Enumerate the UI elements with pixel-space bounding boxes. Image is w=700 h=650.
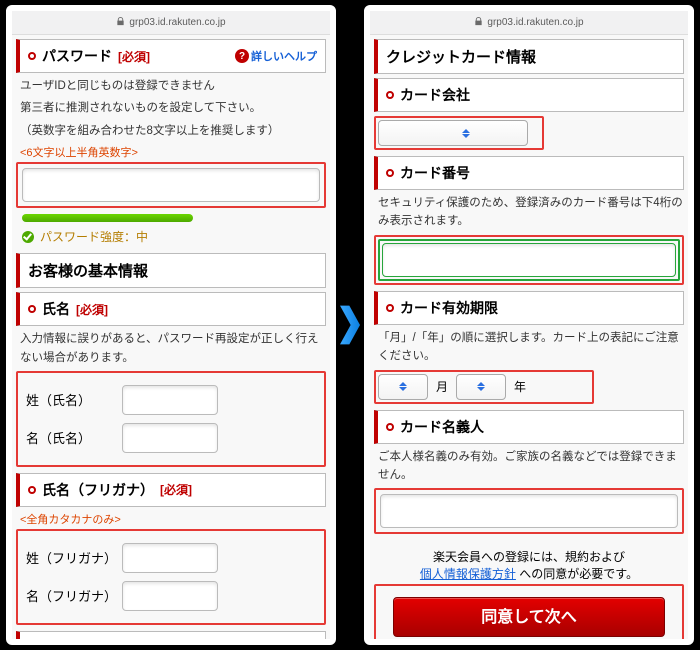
name-note: 入力情報に誤りがあると、パスワード再設定が正しく行えない場合があります。 xyxy=(20,330,326,367)
address-bar: grp03.id.rakuten.co.jp xyxy=(370,11,688,35)
right-screenshot: grp03.id.rakuten.co.jp クレジットカード情報 カード会社 xyxy=(364,5,694,645)
section-title: カード有効期限 xyxy=(400,298,498,318)
address-bar: grp03.id.rakuten.co.jp xyxy=(12,11,330,35)
lock-icon xyxy=(116,17,125,29)
required-badge: [必須] xyxy=(76,301,108,318)
section-card-company: カード会社 xyxy=(374,78,684,112)
kana-input-frame: 姓（フリガナ） 名（フリガナ） xyxy=(16,529,326,625)
section-title: カード番号 xyxy=(400,163,470,183)
section-title: カード会社 xyxy=(400,85,470,105)
agree-next-button[interactable]: 同意して次へ xyxy=(393,597,665,637)
card-expiry-note: 「月」/「年」の順に選択します。カード上の表記にご注意ください。 xyxy=(378,329,684,366)
section-title: 誕生日 xyxy=(42,638,84,639)
password-input-frame xyxy=(16,162,326,208)
bullet-icon xyxy=(386,91,394,99)
section-title: クレジットカード情報 xyxy=(386,46,536,67)
card-holder-note: ご本人様名義のみ有効。ご家族の名義などでは登録できません。 xyxy=(378,448,684,485)
password-note-3: （英数字を組み合わせた8文字以上を推奨します） xyxy=(20,122,326,140)
privacy-link-inline[interactable]: 個人情報保護方針 xyxy=(420,567,516,581)
card-company-frame xyxy=(374,116,544,150)
password-note-2: 第三者に推測されないものを設定して下さい。 xyxy=(20,99,326,117)
kana-lastname-label: 姓（フリガナ） xyxy=(26,548,114,567)
agree-intro: 楽天会員への登録には、規約および 個人情報保護方針 への同意が必要です。 xyxy=(374,548,684,582)
agree-button-frame: 同意して次へ xyxy=(374,584,684,639)
expiry-month-select[interactable] xyxy=(378,374,428,400)
bullet-icon xyxy=(386,423,394,431)
bullet-icon xyxy=(28,486,36,494)
section-password: パスワード [必須] ? 詳しいヘルプ xyxy=(16,39,326,73)
section-card-holder: カード名義人 xyxy=(374,410,684,444)
firstname-label: 名（氏名） xyxy=(26,428,114,447)
updown-icon xyxy=(460,129,472,138)
required-badge: [必須] xyxy=(160,481,192,498)
year-label: 年 xyxy=(514,378,526,395)
updown-icon xyxy=(397,382,409,391)
left-screenshot: grp03.id.rakuten.co.jp パスワード [必須] ? 詳しいヘ… xyxy=(6,5,336,645)
required-badge: [必須] xyxy=(118,48,150,65)
lastname-label: 姓（氏名） xyxy=(26,390,114,409)
password-field[interactable] xyxy=(22,168,320,202)
card-number-frame xyxy=(374,235,684,285)
address-text: grp03.id.rakuten.co.jp xyxy=(129,17,225,28)
kana-hint: <全角カタカナのみ> xyxy=(20,511,322,527)
kana-firstname-field[interactable] xyxy=(122,581,218,611)
section-credit-card: クレジットカード情報 xyxy=(374,39,684,74)
kana-firstname-label: 名（フリガナ） xyxy=(26,586,114,605)
section-kana: 氏名（フリガナ） [必須] xyxy=(16,473,326,507)
section-card-number: カード番号 xyxy=(374,156,684,190)
name-input-frame: 姓（氏名） 名（氏名） xyxy=(16,371,326,467)
password-hint: <6文字以上半角英数字> xyxy=(20,144,322,160)
help-link[interactable]: ? 詳しいヘルプ xyxy=(235,48,317,64)
check-icon xyxy=(22,231,34,243)
card-number-note: セキュリティ保護のため、登録済みのカード番号は下4桁のみ表示されます。 xyxy=(378,194,684,231)
lastname-field[interactable] xyxy=(122,385,218,415)
card-holder-frame xyxy=(374,488,684,534)
section-name: 氏名 [必須] xyxy=(16,292,326,326)
section-title: お客様の基本情報 xyxy=(28,260,148,281)
password-note-1: ユーザIDと同じものは登録できません xyxy=(20,77,326,95)
lock-icon xyxy=(474,17,483,29)
section-title: カード名義人 xyxy=(400,417,484,437)
password-strength-bar xyxy=(22,214,193,222)
month-label: 月 xyxy=(436,378,448,395)
password-strength-text: パスワード強度：中 xyxy=(40,228,148,245)
section-birthday: 誕生日 [必須] xyxy=(16,631,326,639)
bullet-icon xyxy=(28,305,36,313)
bullet-icon xyxy=(386,304,394,312)
section-card-expiry: カード有効期限 xyxy=(374,291,684,325)
kana-lastname-field[interactable] xyxy=(122,543,218,573)
section-title: パスワード xyxy=(42,46,112,66)
expiry-year-select[interactable] xyxy=(456,374,506,400)
updown-icon xyxy=(475,382,487,391)
section-title: 氏名 xyxy=(42,299,70,319)
arrow-icon xyxy=(340,296,360,354)
bullet-icon xyxy=(386,169,394,177)
card-holder-field[interactable] xyxy=(380,494,678,528)
address-text: grp03.id.rakuten.co.jp xyxy=(487,17,583,28)
card-expiry-frame: 月 年 xyxy=(374,370,594,404)
bullet-icon xyxy=(28,52,36,60)
section-title: 氏名（フリガナ） xyxy=(42,480,154,500)
firstname-field[interactable] xyxy=(122,423,218,453)
help-icon: ? xyxy=(235,49,249,63)
card-number-field[interactable] xyxy=(382,243,676,277)
card-company-select[interactable] xyxy=(378,120,528,146)
section-basic-info: お客様の基本情報 xyxy=(16,253,326,288)
